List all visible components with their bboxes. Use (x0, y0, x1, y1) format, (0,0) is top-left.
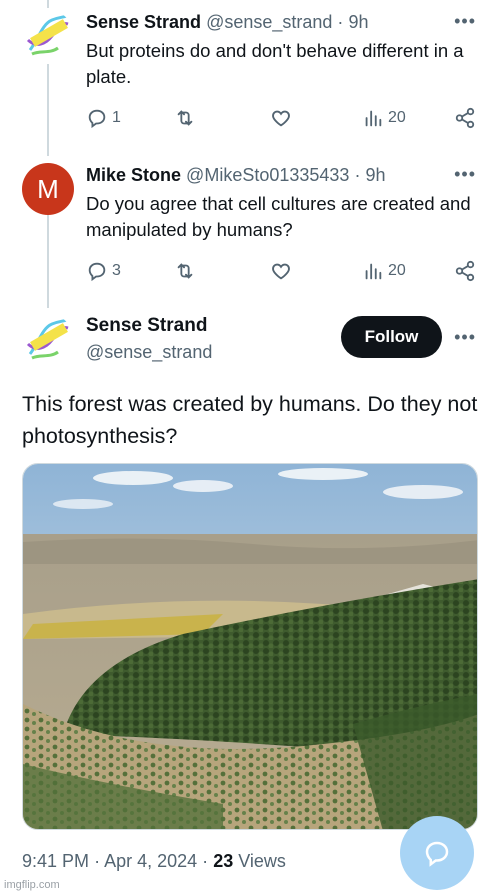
separator: · (354, 165, 361, 185)
like-icon (272, 263, 290, 280)
tweet-time[interactable]: 9h (348, 12, 368, 32)
views-count: 20 (388, 109, 406, 126)
forest-landscape-image (23, 464, 477, 829)
reply-fab-button[interactable] (400, 816, 474, 890)
author-name[interactable]: Sense Strand (86, 12, 201, 32)
more-icon[interactable]: ••• (454, 328, 476, 346)
like-button[interactable] (270, 107, 292, 129)
separator: · (94, 851, 101, 871)
follow-button[interactable]: Follow (341, 316, 442, 358)
like-icon (272, 110, 290, 127)
share-button[interactable] (454, 107, 476, 129)
tweet-header: Mike Stone @MikeSto01335433 · 9h (86, 163, 386, 187)
separator: · (202, 851, 209, 871)
like-button[interactable] (270, 260, 292, 282)
reply-button[interactable]: 1 (86, 107, 121, 129)
sense-strand-logo-icon (26, 317, 70, 360)
tweet-actions: 1 20 (86, 107, 480, 133)
tweet-timestamp[interactable]: 9:41 PM (22, 851, 89, 871)
retweet-button[interactable] (174, 260, 196, 282)
tweet-text: But proteins do and don't behave differe… (86, 40, 464, 87)
views-icon (365, 263, 382, 280)
avatar-sense-strand[interactable] (22, 314, 74, 366)
author-handle[interactable]: @sense_strand (206, 12, 332, 32)
reply-count: 1 (112, 109, 121, 126)
reply-count: 3 (112, 262, 121, 279)
views-button[interactable]: 20 (362, 107, 406, 129)
share-icon (455, 260, 475, 282)
tweet-media-photo[interactable] (22, 463, 478, 830)
views-icon (365, 110, 382, 127)
avatar-sense-strand[interactable] (22, 10, 74, 62)
tweet-2[interactable]: M Mike Stone @MikeSto01335433 · 9h ••• D… (0, 163, 500, 293)
author-handle[interactable]: @MikeSto01335433 (186, 165, 349, 185)
tweet-1[interactable]: Sense Strand @sense_strand · 9h ••• But … (0, 10, 500, 140)
share-button[interactable] (454, 260, 476, 282)
main-tweet: Sense Strand @sense_strand Follow ••• (0, 314, 500, 374)
main-tweet-text: This forest was created by humans. Do th… (22, 392, 478, 448)
thread-line-top (47, 0, 49, 8)
more-icon[interactable]: ••• (454, 12, 476, 30)
views-count: 20 (388, 262, 406, 279)
tweet-time[interactable]: 9h (365, 165, 385, 185)
retweet-icon (177, 110, 193, 126)
tweet-date[interactable]: Apr 4, 2024 (104, 851, 197, 871)
sense-strand-logo-icon (26, 13, 70, 56)
share-icon (455, 107, 475, 129)
views-label: Views (238, 851, 286, 871)
separator: · (337, 12, 344, 32)
author-name[interactable]: Mike Stone (86, 165, 181, 185)
retweet-button[interactable] (174, 107, 196, 129)
avatar-mike-stone[interactable]: M (22, 163, 74, 215)
tweet-header: Sense Strand @sense_strand · 9h (86, 10, 368, 34)
tweet-text: Do you agree that cell cultures are crea… (86, 193, 471, 240)
tweet-actions: 3 20 (86, 260, 480, 286)
author-handle[interactable]: @sense_strand (86, 340, 212, 364)
tweet-meta: 9:41 PM · Apr 4, 2024 · 23 Views (22, 849, 286, 873)
reply-icon (88, 262, 106, 282)
author-name[interactable]: Sense Strand (86, 314, 207, 338)
more-icon[interactable]: ••• (454, 165, 476, 183)
watermark: imgflip.com (4, 879, 60, 891)
views-button[interactable]: 20 (362, 260, 406, 282)
reply-button[interactable]: 3 (86, 260, 121, 282)
retweet-icon (177, 263, 193, 279)
reply-fab-icon (425, 841, 449, 867)
reply-icon (88, 109, 106, 129)
views-total: 23 (213, 851, 234, 871)
